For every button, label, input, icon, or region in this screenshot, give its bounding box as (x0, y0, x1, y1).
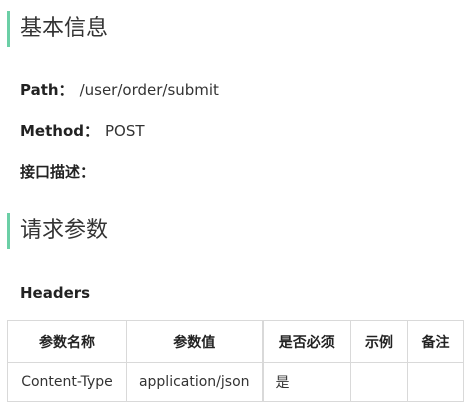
column-header-param-value: 参数值 (126, 320, 263, 363)
section-heading-basic-info: 基本信息 (7, 11, 108, 47)
table-header-row: 参数名称 参数值 是否必须 示例 备注 (7, 320, 464, 363)
headers-label: Headers (20, 284, 91, 302)
description-row: 接口描述： (20, 161, 95, 183)
headers-table: 参数名称 参数值 是否必须 示例 备注 Content-Type applica… (7, 320, 464, 402)
column-header-param-name: 参数名称 (7, 320, 127, 363)
cell-remark (407, 362, 464, 402)
cell-param-name: Content-Type (7, 362, 127, 402)
cell-example (350, 362, 408, 402)
table-row: Content-Type application/json 是 (7, 362, 464, 402)
column-header-example: 示例 (350, 320, 408, 363)
cell-required: 是 (261, 362, 351, 402)
path-value: /user/order/submit (79, 81, 219, 99)
column-header-remark: 备注 (407, 320, 464, 363)
method-label: Method： (20, 122, 99, 140)
section-heading-request-params: 请求参数 (7, 213, 108, 249)
cell-param-value: application/json (126, 362, 263, 402)
path-row: Path： /user/order/submit (20, 79, 219, 101)
method-row: Method： POST (20, 120, 145, 142)
description-label: 接口描述： (20, 163, 96, 181)
path-label: Path： (20, 81, 74, 99)
column-header-required: 是否必须 (261, 320, 351, 363)
method-value: POST (105, 122, 145, 140)
